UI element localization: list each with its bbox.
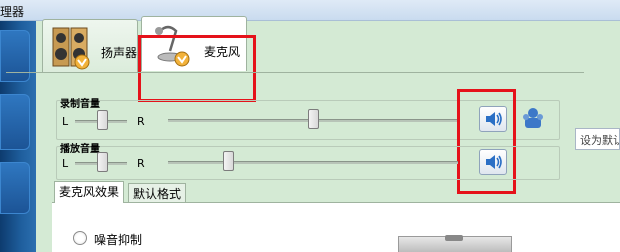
title-bar: 理器 [0,0,620,21]
playback-volume-title: 播放音量 [60,144,100,155]
recording-volume-slider[interactable] [308,109,319,129]
tab-default-format[interactable]: 默认格式 [128,183,187,202]
tab-strip-divider [6,72,584,73]
recording-balance-slider[interactable] [97,110,108,130]
speaker-icon [486,155,502,169]
playback-balance-slider[interactable] [97,152,108,172]
advanced-button[interactable] [520,106,546,132]
highlight-box [138,35,256,102]
window-title: 理器 [0,5,25,19]
set-default-field[interactable]: 设为默认 [575,128,620,150]
speakers-icon [52,27,90,70]
recording-left-label: L [62,115,69,128]
background-tile [0,30,30,82]
playback-right-label: R [137,157,145,170]
playback-mute-button[interactable] [479,149,507,175]
tab-speakers-label: 扬声器 [101,46,138,60]
playback-left-label: L [62,157,69,170]
recording-right-label: R [137,115,145,128]
tab-speakers[interactable]: 扬声器 [42,19,138,73]
recording-volume-title: 录制音量 [60,99,100,110]
background-tile [0,94,30,150]
background-tile [0,162,30,214]
noise-suppression-label: 噪音抑制 [94,233,143,247]
tab-microphone-effects[interactable]: 麦克风效果 [54,181,125,203]
playback-volume-slider[interactable] [223,151,234,171]
background-window-edge [0,21,36,252]
device-image-detail [445,235,463,241]
playback-volume-track [168,161,458,164]
device-image [398,235,512,252]
noise-suppression-radio[interactable] [73,231,87,245]
people-icon [523,108,543,128]
